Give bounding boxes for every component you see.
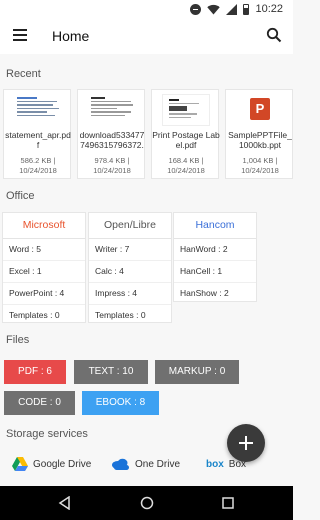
- file-type-markup-button[interactable]: MARKUP : 0: [155, 360, 239, 384]
- wifi-icon: [207, 4, 221, 14]
- recent-file-info: 1,004 KB | 10/24/2018: [226, 156, 293, 176]
- recent-files-list: statement_apr.pdf 586.2 KB | 10/24/2018 d…: [3, 89, 293, 181]
- powerpoint-icon: P: [250, 98, 270, 120]
- status-icons: 10:22: [190, 2, 283, 16]
- menu-icon[interactable]: [13, 29, 27, 41]
- file-type-ebook-button[interactable]: EBOOK : 8: [82, 391, 159, 415]
- storage-onedrive[interactable]: One Drive: [111, 456, 180, 472]
- recents-icon[interactable]: [221, 496, 235, 510]
- document-thumb-icon: [14, 94, 62, 126]
- office-count-row[interactable]: HanShow : 2: [174, 283, 256, 304]
- section-title-recent: Recent: [6, 68, 41, 80]
- recent-file-date: 10/24/2018: [19, 166, 57, 175]
- navigation-bar: [0, 486, 293, 520]
- recent-file-name: SamplePPTFile_1000kb.ppt: [228, 130, 292, 150]
- recent-file-date: 10/24/2018: [93, 166, 131, 175]
- recent-file-card[interactable]: statement_apr.pdf 586.2 KB | 10/24/2018: [3, 89, 71, 179]
- office-count-row[interactable]: Excel : 1: [3, 261, 85, 283]
- file-type-pdf-button[interactable]: PDF : 6: [4, 360, 66, 384]
- recent-file-name: statement_apr.pdf: [5, 130, 71, 150]
- section-title-storage: Storage services: [6, 428, 88, 440]
- office-count-row[interactable]: Calc : 4: [89, 261, 171, 283]
- office-count-row[interactable]: Impress : 4: [89, 283, 171, 305]
- office-card-hancom: Hancom HanWord : 2 HanCell : 1 HanShow :…: [173, 212, 257, 302]
- recent-file-date: 10/24/2018: [167, 166, 205, 175]
- recent-file-size: 1,004 KB |: [242, 156, 278, 165]
- recent-file-card[interactable]: P SamplePPTFile_1000kb.ppt 1,004 KB | 10/…: [225, 89, 293, 179]
- office-count-row[interactable]: Writer : 7: [89, 239, 171, 261]
- recent-file-size: 978.4 KB |: [94, 156, 130, 165]
- recent-file-card[interactable]: Print Postage Label.pdf 168.4 KB | 10/24/…: [151, 89, 220, 179]
- status-time: 10:22: [255, 3, 283, 15]
- page-title: Home: [52, 28, 90, 44]
- office-count-row[interactable]: HanCell : 1: [174, 261, 256, 283]
- storage-label: Google Drive: [33, 458, 92, 470]
- back-icon[interactable]: [58, 496, 72, 510]
- office-count-row[interactable]: Templates : 0: [89, 305, 171, 326]
- file-type-code-button[interactable]: CODE : 0: [4, 391, 75, 415]
- section-title-office: Office: [6, 190, 35, 202]
- office-card-microsoft: Microsoft Word : 5 Excel : 1 PowerPoint …: [2, 212, 86, 323]
- office-card-title[interactable]: Hancom: [174, 213, 256, 239]
- recent-file-name: Print Postage Label.pdf: [152, 130, 220, 150]
- onedrive-icon: [112, 458, 129, 470]
- recent-file-size: 168.4 KB |: [168, 156, 204, 165]
- storage-label: One Drive: [135, 458, 181, 470]
- office-card-open-libre: Open/Libre Writer : 7 Calc : 4 Impress :…: [88, 212, 172, 323]
- office-card-title[interactable]: Microsoft: [3, 213, 85, 239]
- label-thumb-icon: [162, 94, 210, 126]
- office-count-row[interactable]: PowerPoint : 4: [3, 283, 85, 305]
- search-icon[interactable]: [266, 27, 282, 43]
- box-icon: box: [206, 458, 224, 470]
- google-drive-icon: [12, 457, 28, 471]
- do-not-disturb-icon: [190, 3, 202, 15]
- signal-icon: [226, 3, 238, 15]
- office-count-row[interactable]: Word : 5: [3, 239, 85, 261]
- recent-file-name: download5334777496315796372.: [79, 130, 145, 150]
- recent-file-info: 168.4 KB | 10/24/2018: [152, 156, 220, 176]
- recent-file-info: 978.4 KB | 10/24/2018: [78, 156, 146, 176]
- office-count-row[interactable]: Templates : 0: [3, 305, 85, 326]
- section-title-files: Files: [6, 334, 30, 346]
- storage-google-drive[interactable]: Google Drive: [12, 456, 91, 472]
- document-thumb-icon: [88, 94, 136, 126]
- office-card-title[interactable]: Open/Libre: [89, 213, 171, 239]
- office-count-row[interactable]: HanWord : 2: [174, 239, 256, 261]
- battery-icon: [243, 3, 250, 15]
- status-bar: 10:22: [0, 0, 293, 18]
- recent-file-card[interactable]: download5334777496315796372. 978.4 KB | 1…: [77, 89, 145, 179]
- add-fab-button[interactable]: [227, 424, 265, 462]
- recent-file-info: 586.2 KB | 10/24/2018: [4, 156, 72, 176]
- app-bar: Home: [0, 18, 293, 54]
- recent-file-size: 586.2 KB |: [20, 156, 56, 165]
- home-icon[interactable]: [140, 496, 154, 510]
- file-type-text-button[interactable]: TEXT : 10: [74, 360, 148, 384]
- recent-file-date: 10/24/2018: [241, 166, 279, 175]
